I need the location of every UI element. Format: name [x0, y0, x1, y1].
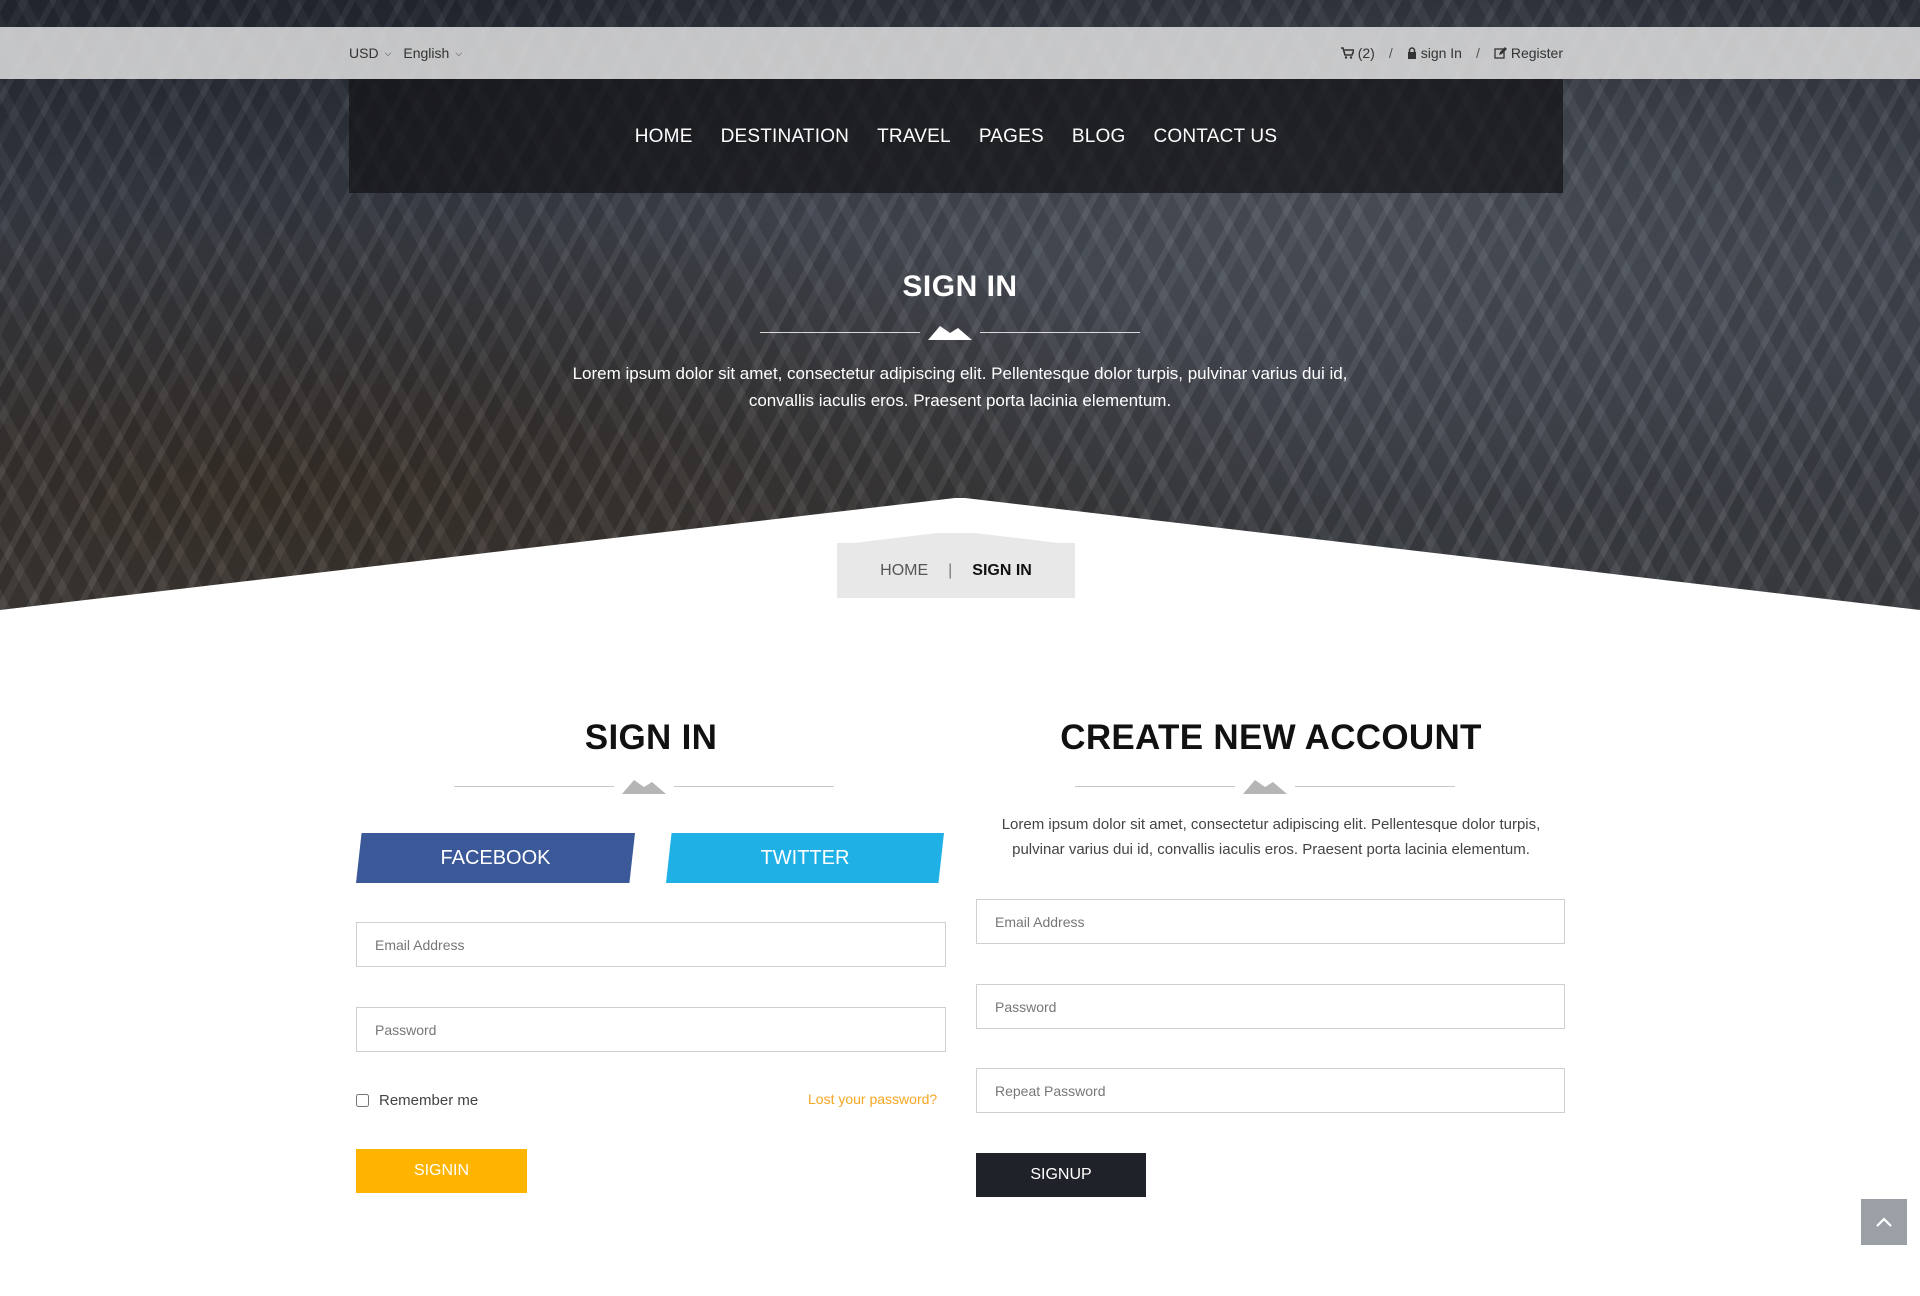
nav-blog[interactable]: BLOG: [1072, 124, 1126, 148]
topbar-separator: /: [1475, 45, 1480, 61]
chevron-down-icon: ⌵: [455, 47, 463, 58]
signin-email-field[interactable]: [356, 922, 946, 967]
divider-line: [1295, 785, 1455, 787]
signin-title-divider: [454, 778, 834, 794]
breadcrumb-home[interactable]: HOME: [880, 562, 928, 580]
breadcrumb: HOME | SIGN IN: [837, 543, 1075, 598]
facebook-login-button[interactable]: FACEBOOK: [356, 833, 635, 883]
mountain-icon: [928, 326, 972, 340]
signup-button[interactable]: SIGNUP: [976, 1153, 1146, 1197]
remember-me-label: Remember me: [379, 1092, 479, 1109]
signup-email-field[interactable]: [976, 899, 1565, 944]
nav-travel[interactable]: TRAVEL: [877, 124, 951, 148]
create-account-title-divider: [1075, 778, 1455, 794]
create-account-description: Lorem ipsum dolor sit amet, consectetur …: [1001, 816, 1541, 858]
breadcrumb-current: SIGN IN: [972, 561, 1032, 579]
cart-count: (2): [1357, 45, 1375, 61]
language-selector[interactable]: English ⌵: [403, 45, 462, 61]
signin-link[interactable]: sign In: [1407, 45, 1462, 61]
register-link-label: Register: [1510, 45, 1563, 61]
cart-link[interactable]: (2): [1340, 45, 1375, 61]
divider-line: [760, 331, 920, 333]
nav-contact-us[interactable]: CONTACT US: [1153, 124, 1277, 148]
lost-password-link[interactable]: Lost your password?: [808, 1091, 937, 1107]
divider-line: [980, 331, 1140, 333]
mountain-icon: [622, 780, 666, 794]
create-account-title: CREATE NEW ACCOUNT: [1060, 718, 1482, 757]
divider-line: [1075, 785, 1235, 787]
signup-repeat-password-field[interactable]: [976, 1068, 1565, 1113]
signup-password-field[interactable]: [976, 984, 1565, 1029]
twitter-login-button[interactable]: TWITTER: [666, 833, 944, 883]
remember-me[interactable]: Remember me: [356, 1092, 478, 1109]
main-nav: HOME DESTINATION TRAVEL PAGES BLOG CONTA…: [349, 79, 1563, 193]
shopping-cart-icon: [1340, 47, 1354, 59]
mountain-icon: [1243, 780, 1287, 794]
lock-icon: [1407, 47, 1416, 59]
currency-selector[interactable]: USD ⌵: [349, 45, 391, 61]
chevron-down-icon: ⌵: [384, 47, 392, 58]
divider-line: [454, 785, 614, 787]
scroll-to-top-button[interactable]: [1861, 1199, 1907, 1245]
breadcrumb-separator: |: [948, 561, 953, 579]
top-bar: USD ⌵ English ⌵ (2) / sign In / Register: [0, 27, 1920, 79]
language-label: English: [403, 45, 450, 61]
edit-icon: [1494, 47, 1507, 59]
nav-destination[interactable]: DESTINATION: [721, 124, 850, 148]
hero-title-divider: [760, 324, 1140, 340]
currency-label: USD: [349, 45, 379, 61]
chevron-up-icon: [1876, 1217, 1892, 1227]
nav-home[interactable]: HOME: [635, 124, 693, 148]
page-title: SIGN IN: [902, 270, 1018, 303]
hero-description: Lorem ipsum dolor sit amet, consectetur …: [572, 364, 1348, 410]
divider-line: [674, 785, 834, 787]
register-link[interactable]: Register: [1494, 45, 1563, 61]
signin-link-label: sign In: [1420, 45, 1462, 61]
remember-me-checkbox[interactable]: [356, 1094, 369, 1107]
signin-password-field[interactable]: [356, 1007, 946, 1052]
signin-title: SIGN IN: [584, 718, 718, 757]
topbar-separator: /: [1388, 45, 1393, 61]
signin-button[interactable]: SIGNIN: [356, 1149, 527, 1193]
nav-pages[interactable]: PAGES: [979, 124, 1044, 148]
